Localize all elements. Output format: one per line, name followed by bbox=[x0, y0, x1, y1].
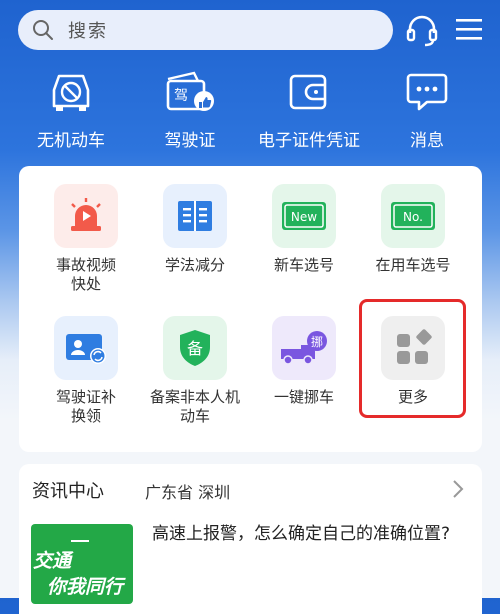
service-accident-video[interactable]: 事故视频快处 bbox=[31, 184, 141, 294]
more-highlight-box bbox=[359, 299, 466, 418]
quick-label: 消息 bbox=[410, 131, 444, 151]
quick-e-certificate[interactable]: 电子证件凭证 bbox=[254, 62, 364, 151]
id-card-refresh-icon bbox=[66, 334, 106, 364]
location-selector[interactable]: 广东省 深圳 bbox=[145, 479, 230, 503]
news-center: 资讯中心 广东省 深圳 交通 你我同行 高速上报警，怎么确定自己的准确位置? bbox=[19, 464, 482, 614]
service-label: 新车选号 bbox=[273, 256, 334, 274]
quick-label: 电子证件凭证 bbox=[258, 131, 360, 151]
license-like-icon: 驾 bbox=[166, 71, 214, 111]
service-label: 学法减分 bbox=[164, 256, 225, 274]
new-plate-icon: New bbox=[282, 202, 326, 230]
thumb-text: 你我同行 bbox=[47, 576, 124, 598]
service-label: 驾驶证补换领 bbox=[55, 388, 116, 425]
quick-messages[interactable]: 消息 bbox=[372, 62, 482, 151]
search-icon bbox=[33, 20, 53, 40]
service-used-car-plate[interactable]: No. 在用车选号 bbox=[358, 184, 468, 275]
car-block-icon bbox=[52, 74, 90, 111]
service-move-car[interactable]: 挪 一键挪车 bbox=[249, 316, 359, 407]
news-headline[interactable]: 高速上报警，怎么确定自己的准确位置? bbox=[152, 522, 472, 546]
news-center-title: 资讯中心 bbox=[32, 481, 104, 502]
headset-icon[interactable] bbox=[405, 13, 439, 47]
svg-text:No.: No. bbox=[403, 210, 423, 224]
quick-actions: 无机动车 驾 驾驶证 电子证件凭证 消息 bbox=[0, 62, 500, 162]
service-new-car-plate[interactable]: New 新车选号 bbox=[249, 184, 359, 275]
quick-label: 无机动车 bbox=[37, 131, 105, 151]
service-license-replace[interactable]: 驾驶证补换领 bbox=[31, 316, 141, 426]
quick-license[interactable]: 驾 驾驶证 bbox=[135, 62, 245, 151]
menu-icon[interactable] bbox=[456, 17, 482, 41]
services-card: 事故视频快处 学法减分 New 新车选号 No. 在用车选号 驾驶证补换领 备 … bbox=[19, 166, 482, 452]
quick-label: 驾驶证 bbox=[164, 131, 216, 151]
service-label: 在用车选号 bbox=[375, 256, 451, 274]
thumb-text: 交通 bbox=[33, 550, 72, 572]
book-icon bbox=[178, 201, 212, 231]
message-icon bbox=[406, 73, 448, 111]
wallet-icon bbox=[289, 74, 327, 110]
service-record-vehicle[interactable]: 备 备案非本人机动车 bbox=[140, 316, 250, 426]
search-bar[interactable]: 搜索 bbox=[18, 10, 393, 50]
tow-truck-icon: 挪 bbox=[281, 331, 327, 365]
service-label: 一键挪车 bbox=[273, 388, 334, 406]
number-plate-icon: No. bbox=[391, 202, 435, 230]
shield-record-icon: 备 bbox=[180, 330, 210, 366]
service-study-law[interactable]: 学法减分 bbox=[140, 184, 250, 275]
news-thumbnail[interactable]: 交通 你我同行 bbox=[31, 524, 133, 604]
chevron-right-icon[interactable] bbox=[451, 478, 465, 500]
service-label: 事故视频快处 bbox=[55, 256, 116, 293]
service-label: 备案非本人机动车 bbox=[149, 388, 240, 425]
svg-text:New: New bbox=[291, 210, 317, 224]
alarm-light-icon bbox=[71, 198, 101, 231]
quick-no-vehicle[interactable]: 无机动车 bbox=[16, 62, 126, 151]
top-bar: 搜索 bbox=[0, 0, 500, 60]
svg-text:备: 备 bbox=[187, 339, 203, 358]
search-placeholder: 搜索 bbox=[68, 21, 108, 42]
svg-text:挪: 挪 bbox=[311, 335, 323, 349]
svg-text:驾: 驾 bbox=[174, 88, 188, 104]
